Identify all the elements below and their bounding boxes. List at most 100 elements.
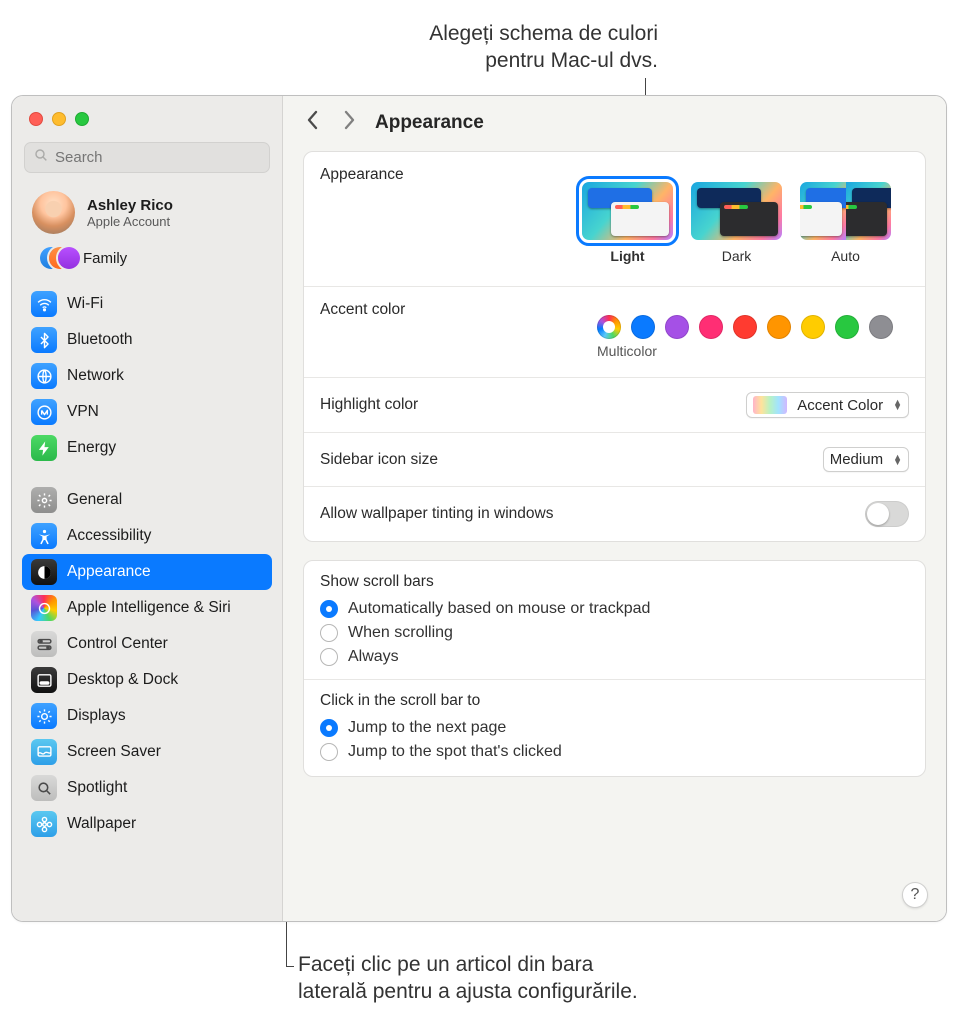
bluetooth-icon xyxy=(31,327,57,353)
question-icon: ? xyxy=(911,886,920,904)
scrollbars-option[interactable]: When scrolling xyxy=(304,621,925,645)
radio-icon xyxy=(320,719,338,737)
search-icon xyxy=(33,147,49,168)
appearance-options: Light Dark Auto xyxy=(580,166,909,272)
sidebar-item-energy[interactable]: Energy xyxy=(22,430,272,466)
switches-icon xyxy=(31,631,57,657)
sidebar-item-label: Network xyxy=(67,367,124,385)
family-label: Family xyxy=(83,250,127,267)
sidebar-items: Wi-FiBluetooth Network VPN Energy General Acc… xyxy=(12,284,282,842)
ai-icon xyxy=(31,595,57,621)
appearance-label: Appearance xyxy=(320,166,404,184)
sidebar-item-screen-saver[interactable]: Screen Saver xyxy=(22,734,272,770)
sidebar-item-wifi[interactable]: Wi-Fi xyxy=(22,286,272,322)
sidebar-item-label: Desktop & Dock xyxy=(67,671,178,689)
sidebar-item-displays[interactable]: Displays xyxy=(22,698,272,734)
appearance-option-label: Auto xyxy=(798,248,893,264)
accent-purple[interactable] xyxy=(665,315,689,339)
appearance-light[interactable]: Light xyxy=(580,180,675,264)
accent-yellow[interactable] xyxy=(801,315,825,339)
sidebar-item-accessibility[interactable]: Accessibility xyxy=(22,518,272,554)
apple-account[interactable]: Ashley Rico Apple Account xyxy=(12,185,282,240)
nav-forward-icon[interactable] xyxy=(341,110,357,135)
scroll-click-option[interactable]: Jump to the spot that's clicked xyxy=(304,740,925,764)
wallpaper-tint-switch[interactable] xyxy=(865,501,909,527)
radio-label: Jump to the spot that's clicked xyxy=(348,743,562,761)
main-header: Appearance xyxy=(283,96,946,147)
highlight-label: Highlight color xyxy=(320,396,418,414)
sidebar-item-general[interactable]: General xyxy=(22,482,272,518)
search-input[interactable] xyxy=(55,149,261,166)
scrollbars-option[interactable]: Automatically based on mouse or trackpad xyxy=(304,597,925,621)
sidebar-item-label: Energy xyxy=(67,439,116,457)
scrollbars-card: Show scroll bars Automatically based on … xyxy=(303,560,926,777)
vpn-icon xyxy=(31,399,57,425)
accent-blue[interactable] xyxy=(631,315,655,339)
magnify-icon xyxy=(31,775,57,801)
accent-green[interactable] xyxy=(835,315,859,339)
sidebar-item-vpn[interactable]: VPN xyxy=(22,394,272,430)
accent-pink[interactable] xyxy=(699,315,723,339)
accent-graphite[interactable] xyxy=(869,315,893,339)
sidebar-item-label: Wallpaper xyxy=(67,815,136,833)
sidebar-item-desktop-dock[interactable]: Desktop & Dock xyxy=(22,662,272,698)
accent-orange[interactable] xyxy=(767,315,791,339)
page-title: Appearance xyxy=(375,112,484,134)
accent-red[interactable] xyxy=(733,315,757,339)
main-panel: Appearance Appearance Light Dark Auto Acce… xyxy=(283,96,946,921)
scroll-click-title: Click in the scroll bar to xyxy=(304,680,925,716)
search-field[interactable] xyxy=(24,142,270,173)
accent-colors xyxy=(597,301,909,343)
appearance-dark[interactable]: Dark xyxy=(689,180,784,264)
sidebar-item-bluetooth[interactable]: Bluetooth xyxy=(22,322,272,358)
family[interactable]: Family xyxy=(12,240,282,284)
sidebar-item-label: Displays xyxy=(67,707,126,725)
scrollbars-option[interactable]: Always xyxy=(304,645,925,669)
nav-back-icon[interactable] xyxy=(305,110,321,135)
screensaver-icon xyxy=(31,739,57,765)
callout-top: Alegeți schema de culori pentru Mac-ul d… xyxy=(429,20,658,75)
account-name: Ashley Rico xyxy=(87,197,173,214)
accent-label: Accent color xyxy=(320,301,405,319)
flower-icon xyxy=(31,811,57,837)
sidebar-item-appearance[interactable]: Appearance xyxy=(22,554,272,590)
nav-arrows xyxy=(305,110,357,135)
chevrons-icon: ▲▼ xyxy=(891,455,902,465)
sidebar-item-label: Spotlight xyxy=(67,779,127,797)
wallpaper-tint-label: Allow wallpaper tinting in windows xyxy=(320,505,553,523)
sidebar-item-wallpaper[interactable]: Wallpaper xyxy=(22,806,272,842)
appearance-auto[interactable]: Auto xyxy=(798,180,893,264)
appearance-row: Appearance Light Dark Auto xyxy=(304,152,925,286)
system-settings-window: Ashley Rico Apple Account Family Wi-FiBl… xyxy=(11,95,947,922)
minimize-icon[interactable] xyxy=(52,112,66,126)
radio-icon xyxy=(320,743,338,761)
radio-label: When scrolling xyxy=(348,624,453,642)
sidebar-item-control-center[interactable]: Control Center xyxy=(22,626,272,662)
help-button[interactable]: ? xyxy=(902,882,928,908)
close-icon[interactable] xyxy=(29,112,43,126)
sidebar-item-label: Screen Saver xyxy=(67,743,161,761)
highlight-value: Accent Color xyxy=(797,397,883,414)
window-controls xyxy=(12,96,282,138)
wallpaper-tint-row: Allow wallpaper tinting in windows xyxy=(304,486,925,541)
zoom-icon[interactable] xyxy=(75,112,89,126)
sidebar-item-label: Appearance xyxy=(67,563,151,581)
sidebar-item-label: Accessibility xyxy=(67,527,151,545)
sidebar-item-label: Control Center xyxy=(67,635,168,653)
chevrons-icon: ▲▼ xyxy=(891,400,902,410)
sidebar-item-label: General xyxy=(67,491,122,509)
accent-multicolor[interactable] xyxy=(597,315,621,339)
sidebar-item-spotlight[interactable]: Spotlight xyxy=(22,770,272,806)
bolt-icon xyxy=(31,435,57,461)
sidebar-item-network[interactable]: Network xyxy=(22,358,272,394)
radio-label: Jump to the next page xyxy=(348,719,506,737)
avatar xyxy=(32,191,75,234)
radio-label: Always xyxy=(348,648,399,666)
appearance-option-label: Dark xyxy=(689,248,784,264)
sidebar-item-label: VPN xyxy=(67,403,99,421)
sidebar-item-ai-siri[interactable]: Apple Intelligence & Siri xyxy=(22,590,272,626)
sidebar-icon-size-row: Sidebar icon size Medium ▲▼ xyxy=(304,432,925,486)
highlight-popup[interactable]: Accent Color ▲▼ xyxy=(746,392,909,418)
scroll-click-option[interactable]: Jump to the next page xyxy=(304,716,925,740)
sidebar-icon-size-popup[interactable]: Medium ▲▼ xyxy=(823,447,909,472)
